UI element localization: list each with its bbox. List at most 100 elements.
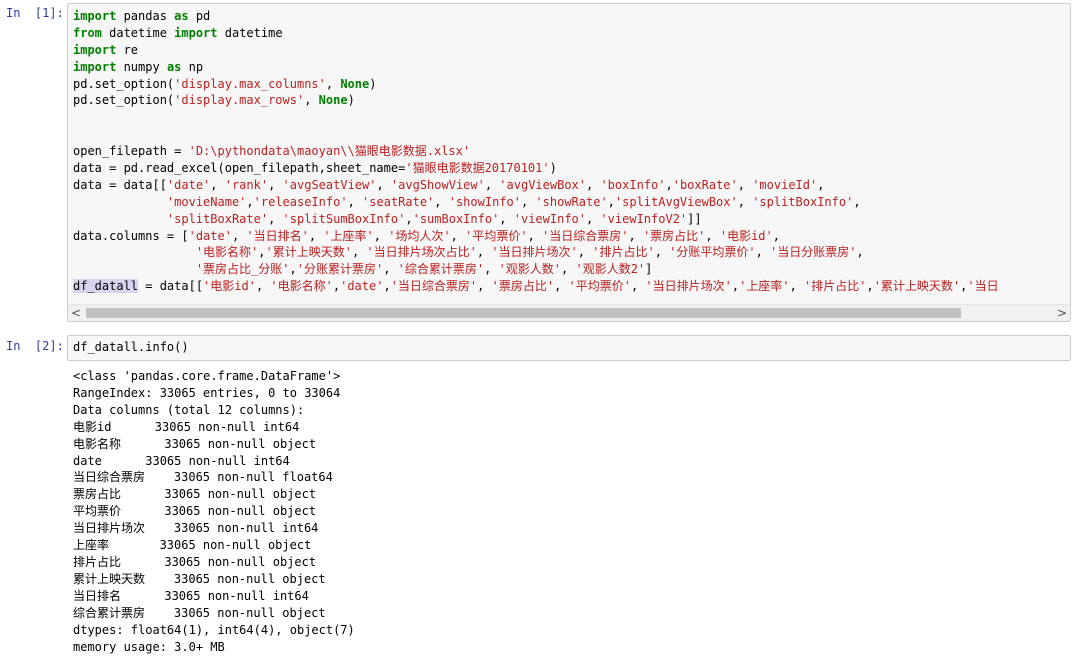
code-token: '电影id' (203, 279, 256, 294)
code-token: 'movieName' (166, 194, 247, 209)
code-token: datetime (217, 25, 283, 40)
code-token: ) (549, 161, 557, 176)
code-token: 'rank' (224, 177, 269, 192)
code-token: df_datall (73, 279, 139, 294)
code-token: , (866, 279, 874, 294)
scroll-right-icon[interactable]: > (1054, 305, 1070, 321)
code-line: data = data[['date', 'rank', 'avgSeatVie… (73, 177, 1065, 194)
code-token: , (856, 245, 864, 260)
code-line: data = pd.read_excel(open_filepath,sheet… (73, 160, 1065, 177)
code-token: , (665, 177, 673, 192)
code-token: , (476, 245, 492, 260)
code-token: , (376, 177, 391, 192)
code-token: from (73, 25, 102, 40)
code-token: 'showInfo' (448, 194, 521, 209)
code-line: data.columns = ['date', '当日排名', '上座率', '… (73, 228, 1065, 245)
code-token: , (255, 279, 271, 294)
code-token: 'splitSumBoxInfo' (282, 211, 406, 226)
code-editor-1[interactable]: import pandas as pd from datetime import … (67, 3, 1071, 322)
code-token: '排片占比' (804, 279, 867, 294)
code-token: 'viewInfo' (513, 211, 586, 226)
code-line: pd.set_option('display.max_rows', None) (73, 92, 1065, 109)
code-token: , (607, 194, 615, 209)
code-token: '场均人次' (388, 228, 451, 243)
code-token: '电影名称' (270, 279, 333, 294)
code-token: , (325, 76, 341, 91)
code-token: data = data[[ (73, 177, 167, 192)
code-token: , (484, 262, 499, 277)
code-token: , (628, 228, 643, 243)
code-token: 'date' (188, 228, 232, 243)
code-token: , (477, 279, 492, 294)
code-line: df_datall = data[['电影id', '电影名称','date',… (73, 278, 1065, 295)
code-token: numpy (116, 59, 167, 74)
code-token: 'boxRate' (672, 177, 738, 192)
code-token: 'splitBoxRate' (166, 211, 269, 226)
code-token: ]] (687, 211, 702, 226)
code-token: = data[[ (138, 279, 204, 294)
code-token: 'display.max_rows' (174, 93, 305, 108)
code-token: '累计上映天数' (265, 245, 352, 260)
code-token: np (181, 59, 204, 74)
code-token: , (258, 245, 266, 260)
code-token: 'boxInfo' (600, 177, 666, 192)
code-token: as (166, 59, 182, 74)
code-line: import numpy as np (73, 59, 1065, 76)
code-token: datetime (101, 25, 175, 40)
code-line: import pandas as pd (73, 8, 1065, 25)
code-token: 'date' (166, 177, 211, 192)
code-line: '票房占比_分账','分账累计票房', '综合累计票房', '观影人数', '观… (73, 261, 1065, 278)
code-token: , (772, 228, 780, 243)
code-token: import (73, 42, 117, 57)
code-token: pd (188, 9, 211, 23)
code-token: , (705, 228, 720, 243)
code-token: None (340, 76, 370, 91)
input-prompt-2: In [2]: (6, 339, 64, 353)
code-token: '票房占比_分账' (195, 262, 290, 277)
code-token: re (116, 42, 139, 57)
code-token: , (789, 279, 805, 294)
horizontal-scrollbar[interactable]: < > (68, 304, 1070, 321)
code-text-1[interactable]: import pandas as pd from datetime import … (68, 4, 1070, 295)
code-token: None (318, 93, 348, 108)
code-token: , (755, 245, 771, 260)
code-token: '电影名称' (195, 245, 259, 260)
code-token: , (308, 228, 324, 243)
code-token: , (351, 245, 367, 260)
code-token: , (373, 228, 389, 243)
code-token: , (289, 262, 297, 277)
code-token: , (484, 177, 500, 192)
code-token: 'avgViewBox' (499, 177, 586, 192)
code-token: pd.set_option( (73, 93, 175, 108)
scroll-left-icon[interactable]: < (68, 305, 84, 321)
code-token: '猫眼电影数据20170101' (405, 161, 550, 176)
code-token: import (73, 9, 117, 23)
code-token: , (268, 211, 283, 226)
code-text-2[interactable]: df_datall.info() (68, 336, 1070, 356)
scrollbar-thumb[interactable] (86, 308, 961, 318)
code-editor-2[interactable]: df_datall.info() (67, 335, 1071, 361)
code-token: ] (645, 262, 653, 277)
code-token: , (450, 228, 466, 243)
code-token: 'releaseInfo' (253, 194, 348, 209)
code-token: '上座率' (323, 228, 374, 243)
code-token: data.columns = [ (73, 228, 189, 243)
code-token: , (383, 279, 391, 294)
code-token: , (554, 279, 569, 294)
code-token: 'sumBoxInfo' (412, 211, 500, 226)
code-line: from datetime import datetime (73, 25, 1065, 42)
code-token: open_filepath = (73, 144, 189, 159)
code-token: '票房占比' (491, 279, 555, 294)
code-token: '平均票价' (465, 228, 528, 243)
code-token: '分账累计票房' (296, 262, 384, 277)
code-token: , (347, 194, 363, 209)
code-token: , (737, 194, 753, 209)
code-token: '当日排片场次' (491, 245, 578, 260)
code-token: , (434, 194, 449, 209)
code-token: 'display.max_columns' (174, 76, 326, 91)
